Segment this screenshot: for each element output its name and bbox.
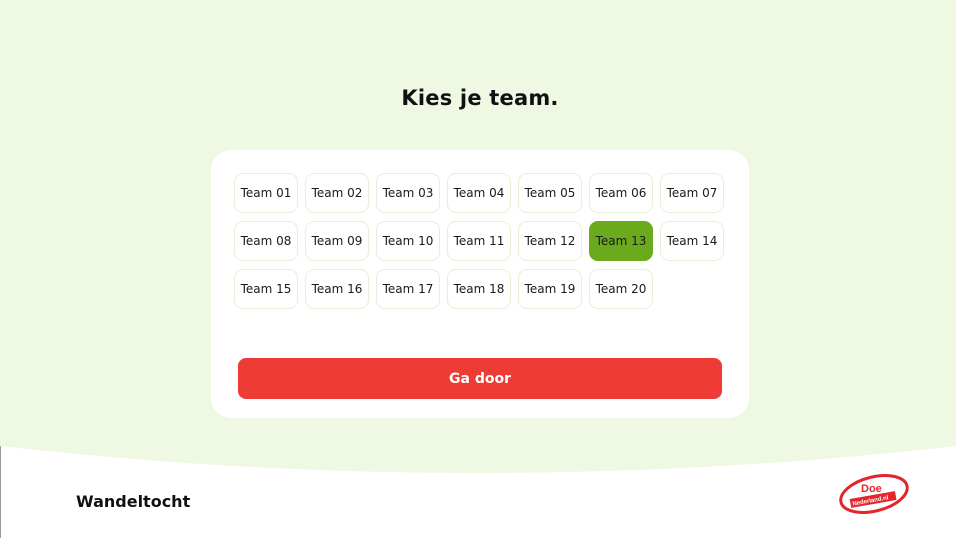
team-button-04[interactable]: Team 04 [447,173,511,213]
team-button-07[interactable]: Team 07 [660,173,724,213]
team-grid: Team 01 Team 02 Team 03 Team 04 Team 05 Team … [234,173,724,309]
team-button-11[interactable]: Team 11 [447,221,511,261]
team-button-03[interactable]: Team 03 [376,173,440,213]
team-button-16[interactable]: Team 16 [305,269,369,309]
team-button-05[interactable]: Team 05 [518,173,582,213]
logo-text-top: Doe [861,483,882,495]
team-button-06[interactable]: Team 06 [589,173,653,213]
team-button-15[interactable]: Team 15 [234,269,298,309]
team-button-18[interactable]: Team 18 [447,269,511,309]
footer-title: Wandeltocht [76,492,191,511]
team-button-13[interactable]: Team 13 [589,221,653,261]
team-button-12[interactable]: Team 12 [518,221,582,261]
team-button-20[interactable]: Team 20 [589,269,653,309]
page-title: Kies je team. [401,86,559,110]
team-button-17[interactable]: Team 17 [376,269,440,309]
team-button-10[interactable]: Team 10 [376,221,440,261]
team-button-14[interactable]: Team 14 [660,221,724,261]
team-button-09[interactable]: Team 09 [305,221,369,261]
team-selection-card: Team 01 Team 02 Team 03 Team 04 Team 05 Team … [211,150,749,418]
team-button-02[interactable]: Team 02 [305,173,369,213]
team-button-01[interactable]: Team 01 [234,173,298,213]
team-button-08[interactable]: Team 08 [234,221,298,261]
continue-button[interactable]: Ga door [238,358,722,399]
doe-nederland-logo: Doe Nederland.nl [839,474,909,514]
team-button-19[interactable]: Team 19 [518,269,582,309]
